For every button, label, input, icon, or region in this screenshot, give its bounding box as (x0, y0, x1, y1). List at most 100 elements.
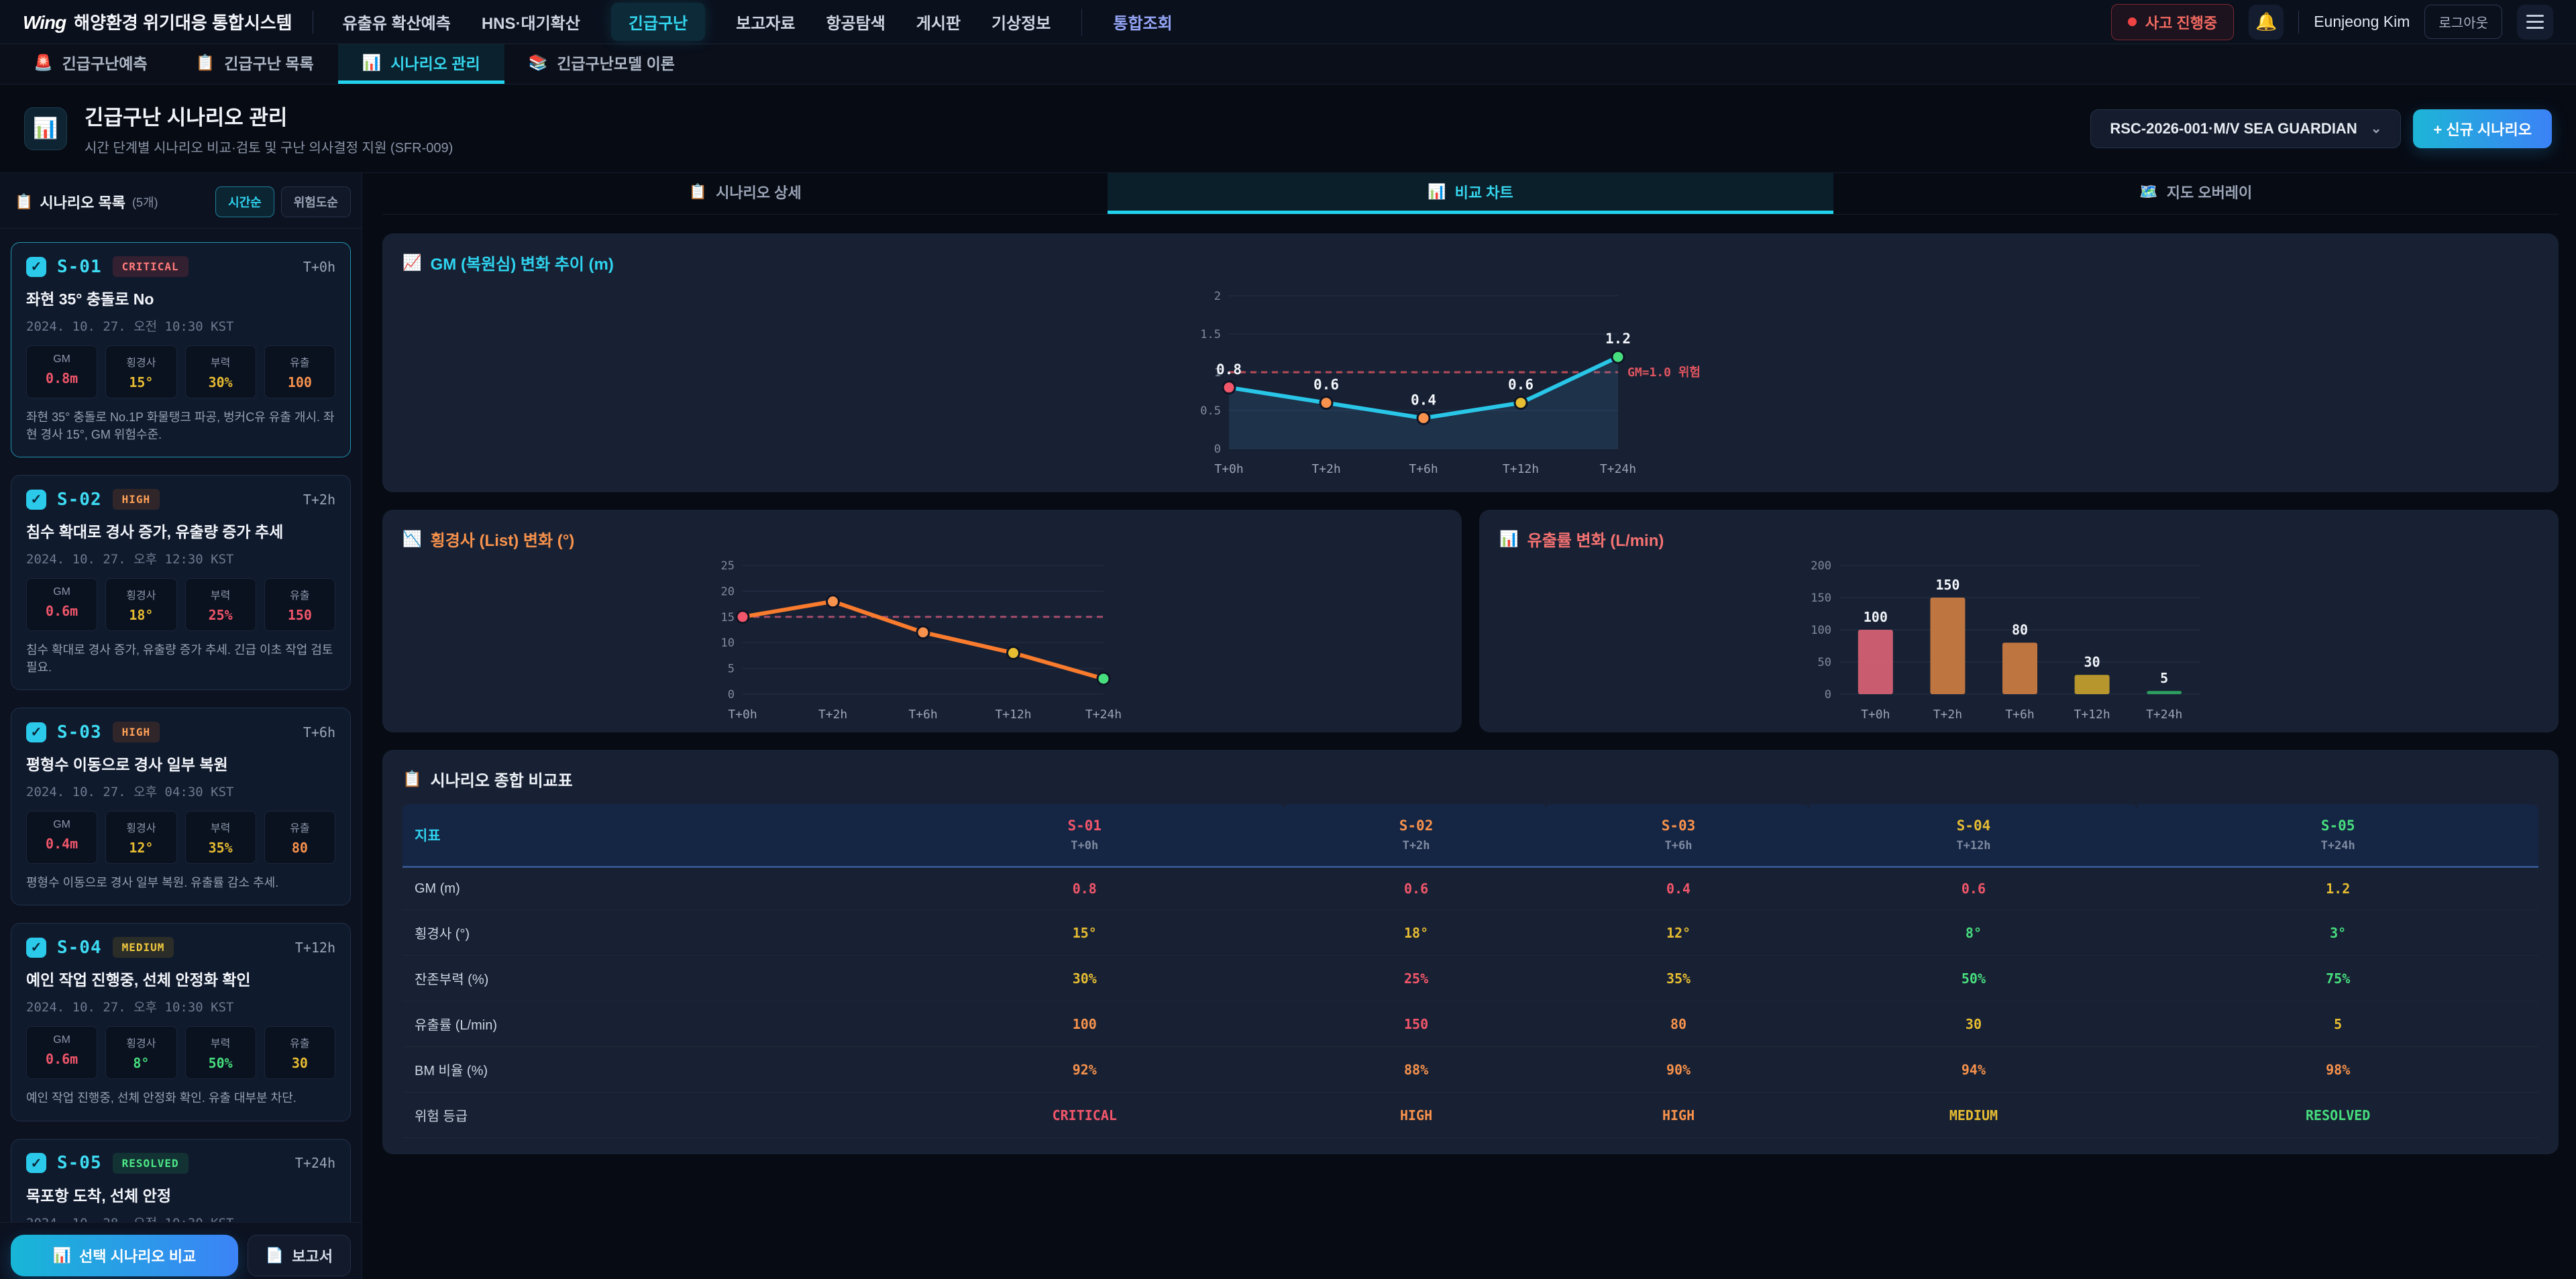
sort-by-time-button[interactable]: 시간순 (215, 186, 274, 217)
view-tab-2[interactable]: 📊비교 차트 (1108, 173, 1833, 214)
logout-button[interactable]: 로그아웃 (2424, 5, 2502, 39)
topbar-right: 사고 진행중 🔔 Eunjeong Kim 로그아웃 (2111, 4, 2553, 40)
scenario-checkbox[interactable]: ✓ (26, 490, 46, 510)
scenario-description: 좌현 35° 충돌로 No.1P 화물탱크 파공, 벙커C유 유출 개시. 좌현… (26, 408, 335, 443)
nav-item-3[interactable]: 긴급구난 (611, 3, 705, 41)
row-value: 0.8 (884, 867, 1285, 910)
spill-chart-title-text: 유출률 변화 (L/min) (1527, 527, 1664, 551)
scenario-checkbox[interactable]: ✓ (26, 257, 46, 277)
scenario-checkbox[interactable]: ✓ (26, 1153, 46, 1173)
table-row: 횡경사 (°)15°18°12°8°3° (402, 910, 2538, 956)
sort-buttons: 시간순 위험도순 (215, 186, 351, 217)
main-area: 📋시나리오 상세📊비교 차트🗺️지도 오버레이 📈 GM (복원심) 변화 추이… (362, 173, 2576, 1279)
nav-item-1[interactable]: 유출유 확산예측 (343, 10, 451, 34)
compare-scenarios-button[interactable]: 📊 선택 시나리오 비교 (11, 1235, 238, 1276)
scenario-count: (5개) (132, 193, 158, 211)
comparison-header-row: 지표S-01T+0hS-02T+2hS-03T+6hS-04T+12hS-05T… (402, 804, 2538, 867)
nav-item-6[interactable]: 게시판 (916, 10, 961, 34)
svg-text:T+0h: T+0h (1214, 462, 1243, 476)
status-dot-icon (2128, 17, 2137, 26)
svg-text:T+0h: T+0h (728, 708, 757, 722)
user-name: Eunjeong Kim (2314, 13, 2410, 31)
svg-text:T+6h: T+6h (908, 708, 937, 722)
sub-tab-1[interactable]: 🚨긴급구난예측 (9, 44, 172, 84)
metric-label: 부력 (190, 586, 252, 602)
sort-by-risk-button[interactable]: 위험도순 (281, 186, 351, 217)
svg-text:T+2h: T+2h (1933, 708, 1962, 722)
sidebar-header: 📋 시나리오 목록 (5개) 시간순 위험도순 (0, 173, 362, 228)
sub-tab-2[interactable]: 📋긴급구난 목록 (172, 44, 338, 84)
severity-badge: CRITICAL (113, 256, 189, 277)
titlebar-actions: RSC-2026-001·M/V SEA GUARDIAN ⌄ + 신규 시나리… (2090, 109, 2552, 148)
column-time-offset: T+6h (1560, 839, 1798, 852)
scenario-datetime: 2024. 10. 27. 오후 12:30 KST (26, 549, 335, 567)
nav-item-4[interactable]: 보고자료 (736, 10, 795, 34)
svg-text:5: 5 (2160, 670, 2168, 686)
view-tab-3[interactable]: 🗺️지도 오버레이 (1833, 173, 2559, 214)
row-value: 100 (884, 1001, 1285, 1047)
notification-bell-button[interactable]: 🔔 (2249, 5, 2284, 40)
svg-text:100: 100 (1811, 624, 1831, 637)
scenario-card-s-05[interactable]: ✓S-05RESOLVEDT+24h목포항 도착, 선체 안정2024. 10.… (11, 1139, 351, 1222)
row-metric-label: 유출률 (L/min) (402, 1001, 884, 1047)
scenario-card-header: ✓S-02HIGHT+2h (26, 489, 335, 510)
scenario-card-s-01[interactable]: ✓S-01CRITICALT+0h좌현 35° 충돌로 No2024. 10. … (11, 242, 351, 457)
title-block: 긴급구난 시나리오 관리 시간 단계별 시나리오 비교·검토 및 구난 의사결정… (85, 101, 453, 156)
scenario-id: S-01 (57, 257, 102, 277)
main-nav: 유출유 확산예측 HNS·대기확산 긴급구난 보고자료 항공탐색 게시판 기상정보 통합조회 (343, 3, 1173, 41)
hamburger-menu-button[interactable] (2517, 5, 2553, 40)
metric-label: 횡경사 (110, 586, 172, 602)
hamburger-icon (2526, 15, 2544, 17)
nav-item-8[interactable]: 통합조회 (1113, 10, 1172, 34)
metric-label: 유출 (269, 819, 331, 835)
scenario-title: 예인 작업 진행중, 선체 안정화 확인 (26, 967, 335, 990)
metric-chip: GM0.4m (26, 811, 97, 864)
metric-value: 18° (110, 607, 172, 623)
metric-label: 유출 (269, 353, 331, 370)
report-button[interactable]: 📄 보고서 (248, 1235, 351, 1276)
scenario-checkbox[interactable]: ✓ (26, 938, 46, 958)
sub-tab-4[interactable]: 📚긴급구난모델 이론 (504, 44, 699, 84)
incident-status-label: 사고 진행중 (2145, 11, 2217, 33)
scenario-description: 평형수 이동으로 경사 일부 복원. 유출률 감소 추세. (26, 874, 335, 891)
svg-text:0.4: 0.4 (1411, 392, 1436, 408)
sub-tab-icon: 📋 (196, 54, 215, 72)
metric-label: 유출 (269, 586, 331, 602)
metric-chip: 유출150 (264, 578, 335, 631)
row-value: 98% (2137, 1047, 2538, 1093)
severity-badge: HIGH (113, 489, 160, 510)
nav-item-7[interactable]: 기상정보 (991, 10, 1051, 34)
view-tab-1[interactable]: 📋시나리오 상세 (382, 173, 1108, 214)
scenario-card-s-02[interactable]: ✓S-02HIGHT+2h침수 확대로 경사 증가, 유출량 증가 추세2024… (11, 475, 351, 690)
row-metric-label: GM (m) (402, 867, 884, 910)
row-value: 50% (1810, 956, 2138, 1001)
row-value: 30 (1810, 1001, 2138, 1047)
svg-text:150: 150 (1811, 592, 1831, 605)
row-value: 92% (884, 1047, 1285, 1093)
new-scenario-button[interactable]: + 신규 시나리오 (2413, 109, 2552, 148)
sub-tab-3[interactable]: 📊시나리오 관리 (338, 44, 504, 84)
svg-text:1.5: 1.5 (1200, 328, 1221, 341)
sub-tab-label: 시나리오 관리 (390, 51, 480, 74)
page-subtitle: 시간 단계별 시나리오 비교·검토 및 구난 의사결정 지원 (SFR-009) (85, 137, 453, 156)
spill-chart-title: 📊 유출률 변화 (L/min) (1479, 510, 2559, 555)
scenario-checkbox[interactable]: ✓ (26, 722, 46, 742)
nav-item-5[interactable]: 항공탐색 (826, 10, 885, 34)
svg-text:1.2: 1.2 (1605, 331, 1631, 347)
row-value: 0.4 (1548, 867, 1810, 910)
scenario-card-header: ✓S-01CRITICALT+0h (26, 256, 335, 277)
bell-icon: 🔔 (2255, 11, 2277, 32)
scenario-card-s-03[interactable]: ✓S-03HIGHT+6h평형수 이동으로 경사 일부 복원2024. 10. … (11, 708, 351, 905)
row-value: 8° (1810, 910, 2138, 956)
metric-chip: GM0.6m (26, 1026, 97, 1079)
scenario-datetime: 2024. 10. 27. 오후 10:30 KST (26, 997, 335, 1015)
metric-label: 부력 (190, 819, 252, 835)
scenario-card-s-04[interactable]: ✓S-04MEDIUMT+12h예인 작업 진행중, 선체 안정화 확인2024… (11, 923, 351, 1121)
logo-mark: Wing (23, 12, 66, 34)
row-value: 80 (1548, 1001, 1810, 1047)
vessel-select-dropdown[interactable]: RSC-2026-001·M/V SEA GUARDIAN ⌄ (2090, 109, 2401, 148)
page-title: 긴급구난 시나리오 관리 (85, 101, 453, 131)
nav-item-2[interactable]: HNS·대기확산 (482, 10, 580, 34)
metric-value: 0.4m (31, 836, 93, 852)
sub-tab-label: 긴급구난모델 이론 (557, 51, 675, 74)
